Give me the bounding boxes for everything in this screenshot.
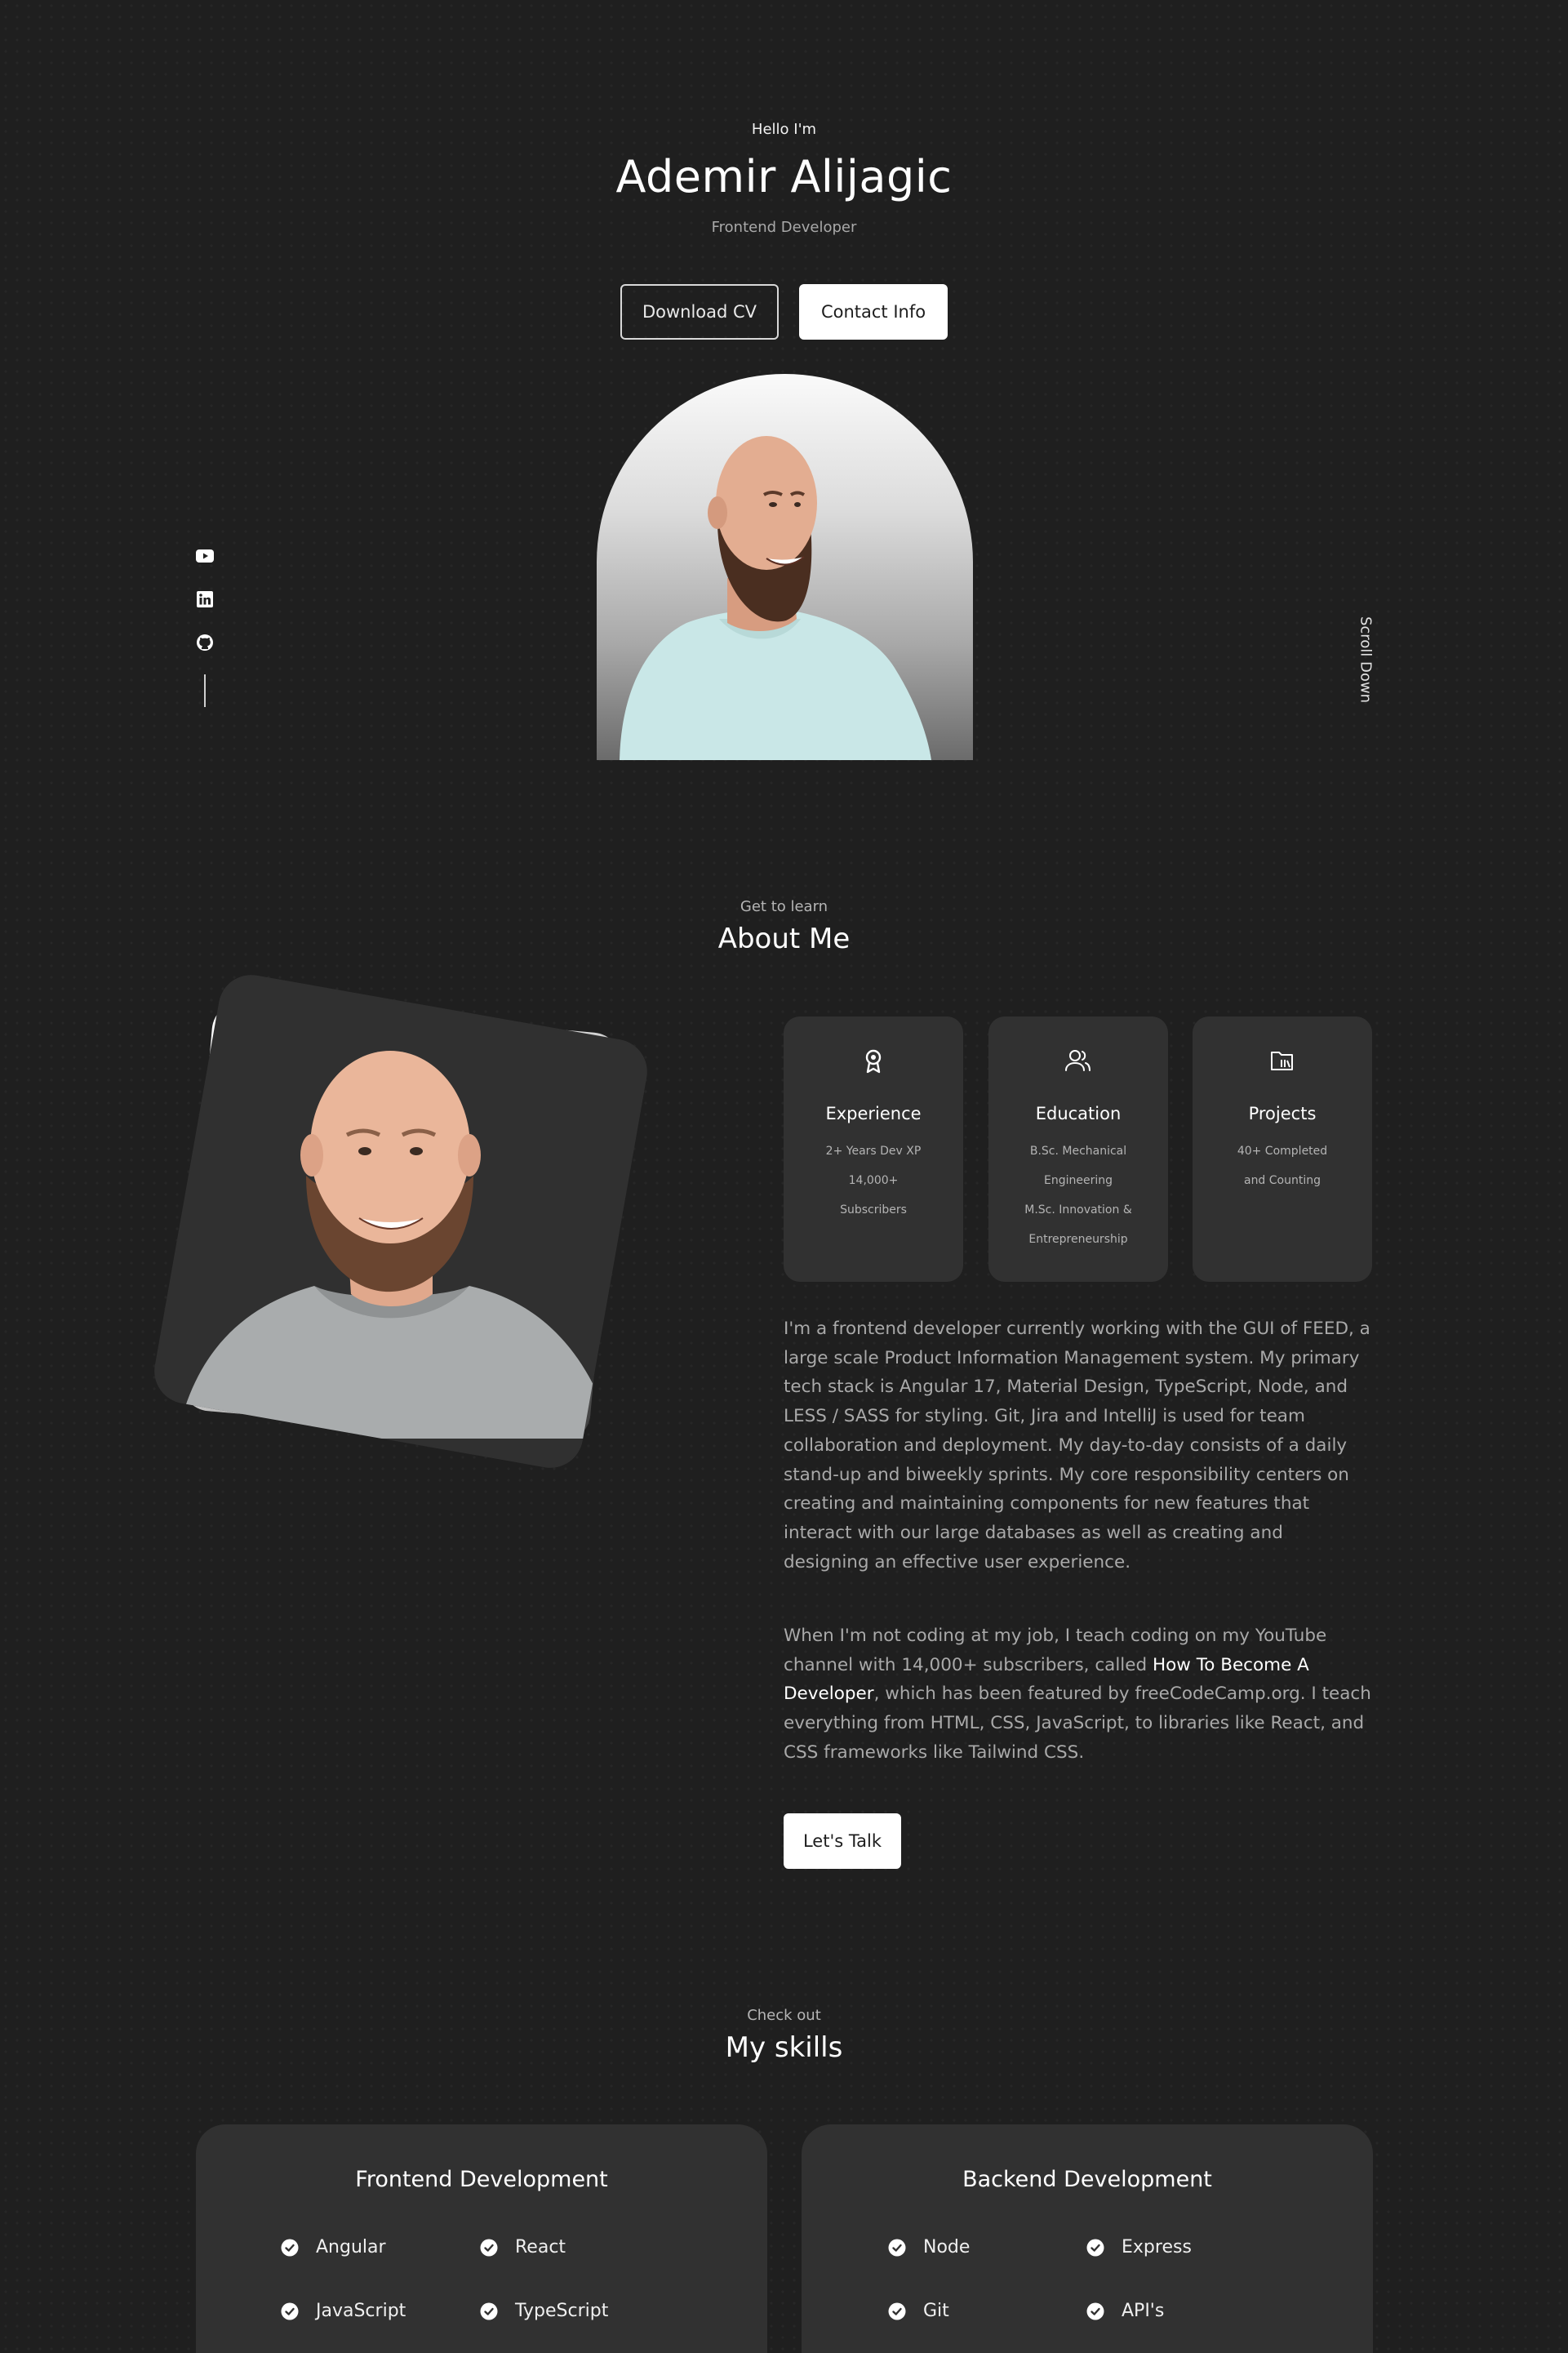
check-badge-icon [480, 2239, 498, 2257]
linkedin-link[interactable] [194, 589, 215, 610]
projects-card-title: Projects [1248, 1104, 1317, 1123]
hero-greeting: Hello I'm [751, 121, 817, 138]
lets-talk-button[interactable]: Let's Talk [784, 1813, 901, 1869]
hero-profile-photo [597, 374, 973, 760]
skill-name: Express [1122, 2237, 1192, 2257]
hero-role: Frontend Developer [711, 219, 857, 236]
backend-skills-title: Backend Development [962, 2167, 1212, 2192]
skills-subtitle: Check out [747, 2007, 821, 2024]
linkedin-icon [197, 591, 213, 607]
skill-item: JavaScript [281, 2301, 406, 2321]
about-portrait-illustration [175, 1051, 616, 1445]
frontend-skills-title: Frontend Development [355, 2167, 608, 2192]
skill-name: React [515, 2237, 566, 2257]
projects-card-line: and Counting [1243, 1174, 1321, 1187]
scroll-down-link[interactable]: Scroll Down [1357, 616, 1375, 703]
check-badge-icon [888, 2239, 906, 2257]
hero-portrait-illustration [620, 436, 931, 760]
skill-name: JavaScript [316, 2301, 406, 2321]
skill-name: Node [923, 2237, 971, 2257]
education-card-line: Engineering [1044, 1174, 1113, 1187]
experience-card: Experience 2+ Years Dev XP 14,000+ Subsc… [784, 1016, 963, 1282]
experience-card-line: 14,000+ [848, 1174, 899, 1187]
experience-card-line: Subscribers [840, 1203, 907, 1217]
check-badge-icon [281, 2302, 299, 2320]
skill-item: React [480, 2237, 566, 2257]
skills-title: My skills [725, 2031, 843, 2064]
github-icon [197, 634, 213, 651]
check-badge-icon [1086, 2302, 1104, 2320]
youtube-link[interactable] [194, 545, 215, 567]
skill-name: API's [1122, 2301, 1165, 2321]
skill-item: Node [888, 2237, 970, 2257]
skill-name: Angular [316, 2237, 386, 2257]
skill-item: Git [888, 2301, 949, 2321]
skill-item: API's [1086, 2301, 1164, 2321]
check-badge-icon [888, 2302, 906, 2320]
education-card-line: Entrepreneurship [1028, 1233, 1128, 1246]
frontend-skills-card: Frontend Development Angular React JavaS… [196, 2124, 767, 2353]
education-card-line: M.Sc. Innovation & [1024, 1203, 1132, 1217]
skill-name: Git [923, 2301, 949, 2321]
experience-card-line: 2+ Years Dev XP [825, 1145, 922, 1158]
users-icon [1065, 1050, 1090, 1071]
folder-icon [1271, 1052, 1293, 1070]
skill-item: TypeScript [480, 2301, 608, 2321]
social-divider-line [204, 674, 206, 707]
experience-card-title: Experience [825, 1104, 922, 1123]
about-subtitle: Get to learn [740, 898, 828, 915]
youtube-icon [196, 549, 214, 563]
hero-name: Ademir Alijagic [615, 151, 953, 202]
check-badge-icon [1086, 2239, 1104, 2257]
backend-skills-card: Backend Development Node Express Git API… [802, 2124, 1373, 2353]
skill-item: Angular [281, 2237, 386, 2257]
about-title: About Me [717, 923, 851, 955]
check-badge-icon [281, 2239, 299, 2257]
award-icon [865, 1049, 882, 1074]
about-profile-photo [149, 969, 653, 1474]
skill-item: Express [1086, 2237, 1192, 2257]
about-paragraph: I'm a frontend developer currently worki… [784, 1319, 1370, 1572]
about-paragraph-secondary: When I'm not coding at my job, I teach c… [784, 1621, 1373, 1768]
skill-name: TypeScript [515, 2301, 609, 2321]
contact-info-button[interactable]: Contact Info [799, 284, 948, 340]
education-card: Education B.Sc. Mechanical Engineering M… [988, 1016, 1168, 1282]
github-link[interactable] [194, 632, 215, 653]
projects-card-line: 40+ Completed [1237, 1145, 1328, 1158]
download-cv-button[interactable]: Download CV [620, 284, 779, 340]
projects-card: Projects 40+ Completed and Counting [1193, 1016, 1372, 1282]
check-badge-icon [480, 2302, 498, 2320]
education-card-line: B.Sc. Mechanical [1029, 1145, 1127, 1158]
education-card-title: Education [1035, 1104, 1122, 1123]
